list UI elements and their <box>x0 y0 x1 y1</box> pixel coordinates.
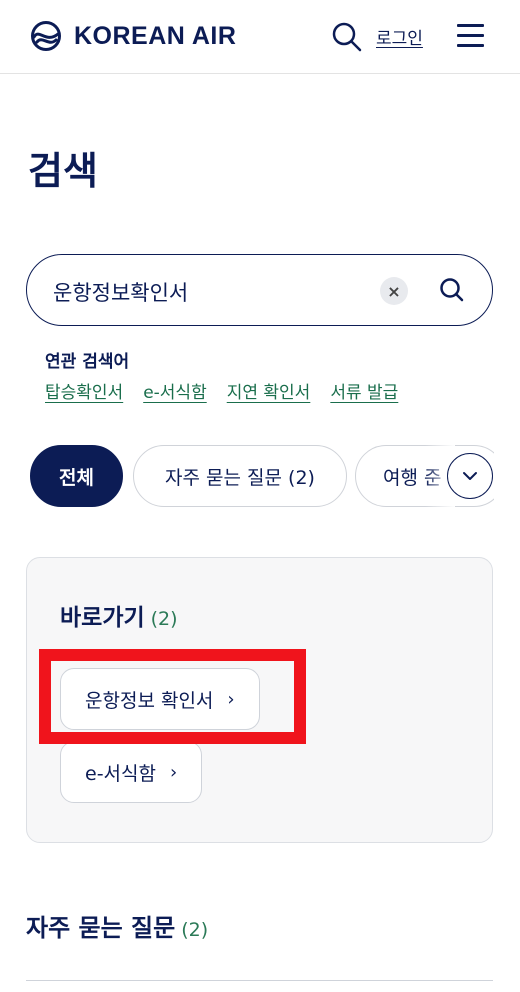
divider <box>26 980 493 981</box>
related-keyword-link[interactable]: e-서식함 <box>143 378 207 403</box>
shortcut-label: e-서식함 <box>85 762 156 785</box>
faq-section-title: 자주 묻는 질문 (2) <box>26 908 208 943</box>
shortcut-e-forms[interactable]: e-서식함 › <box>60 741 203 803</box>
filter-tabs: 전체 자주 묻는 질문 (2) 여행 준 <box>30 445 494 509</box>
related-keywords-list: 탑승확인서 e-서식함 지연 확인서 서류 발급 <box>45 378 398 403</box>
related-keywords-title: 연관 검색어 <box>45 352 130 372</box>
related-keyword-link[interactable]: 서류 발급 <box>330 378 398 403</box>
faq-count: (2) <box>181 919 209 941</box>
shortcuts-title-text: 바로가기 <box>60 605 145 631</box>
taeguk-logo-icon <box>31 21 61 51</box>
related-keyword-link[interactable]: 탑승확인서 <box>45 378 123 403</box>
shortcuts-title: 바로가기 (2) <box>60 598 178 632</box>
chevron-right-icon: › <box>227 688 235 710</box>
shortcuts-card: 바로가기 (2) 운항정보 확인서 › e-서식함 › <box>26 557 493 843</box>
shortcut-label: 운항정보 확인서 <box>85 689 214 712</box>
close-icon: × <box>387 281 401 301</box>
chevron-down-icon <box>463 472 477 480</box>
tab-all[interactable]: 전체 <box>30 445 123 507</box>
clear-search-button[interactable]: × <box>380 277 408 305</box>
shortcuts-count: (2) <box>150 608 178 630</box>
page-title: 검색 <box>28 149 98 193</box>
search-input[interactable]: 운항정보확인서 <box>53 277 188 307</box>
tab-faq[interactable]: 자주 묻는 질문 (2) <box>133 445 347 507</box>
shortcut-flight-info-certificate[interactable]: 운항정보 확인서 › <box>60 668 260 730</box>
korean-air-logo[interactable]: KOREAN AIR <box>30 20 236 52</box>
search-icon[interactable] <box>330 20 364 54</box>
faq-title-text: 자주 묻는 질문 <box>26 914 176 942</box>
hamburger-menu-icon[interactable] <box>456 22 486 50</box>
login-link[interactable]: 로그인 <box>376 24 423 49</box>
site-header: KOREAN AIR 로그인 <box>0 0 520 74</box>
search-submit-icon[interactable] <box>435 273 469 307</box>
related-keyword-link[interactable]: 지연 확인서 <box>227 378 311 403</box>
chevron-right-icon: › <box>170 761 178 783</box>
brand-name: KOREAN AIR <box>74 21 237 50</box>
expand-filters-button[interactable] <box>447 453 493 499</box>
search-field[interactable]: 운항정보확인서 × <box>26 254 493 326</box>
